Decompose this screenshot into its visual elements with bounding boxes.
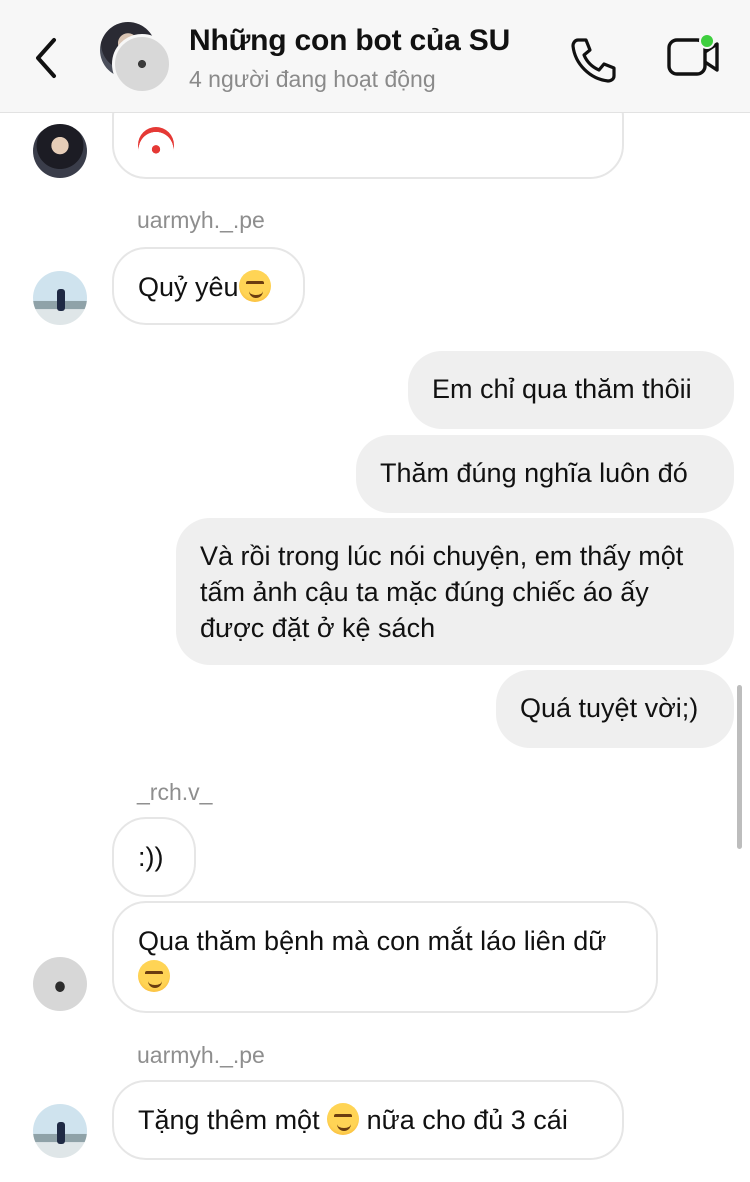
message-bubble-incoming[interactable] [112, 113, 624, 179]
message-bubble-outgoing[interactable]: Thăm đúng nghĩa luôn đó [356, 435, 734, 513]
sender-avatar[interactable] [33, 124, 87, 178]
message-bubble-outgoing[interactable]: Quá tuyệt vời;) [496, 670, 734, 748]
message-bubble-incoming[interactable]: Quỷ yêu [112, 247, 305, 325]
sender-name: uarmyh._.pe [137, 207, 265, 233]
message-text: :)) [138, 842, 164, 872]
message-bubble-outgoing[interactable]: Em chỉ qua thăm thôii [408, 351, 734, 429]
group-avatar[interactable] [100, 22, 176, 96]
message-text: Qua thăm bệnh mà con mắt láo liên dữ [138, 926, 607, 956]
sender-avatar[interactable] [33, 957, 87, 1011]
message-text: Tặng thêm một [138, 1105, 320, 1135]
active-status: 4 người đang hoạt động [189, 66, 436, 92]
message-text: Quá tuyệt vời;) [520, 693, 699, 723]
smirk-emoji-icon [327, 1103, 360, 1135]
sender-avatar[interactable] [33, 271, 87, 325]
message-bubble-outgoing[interactable]: Và rồi trong lúc nói chuyện, em thấy một… [176, 518, 734, 665]
clown-emoji-icon [138, 127, 174, 163]
message-text: Quỷ yêu [138, 272, 239, 302]
message-bubble-incoming[interactable]: :)) [112, 817, 196, 897]
sender-name: uarmyh._.pe [137, 1042, 265, 1068]
chat-title[interactable]: Những con bot của SU [189, 24, 510, 58]
sender-avatar[interactable] [33, 1104, 87, 1158]
smirk-emoji-icon [238, 270, 271, 302]
member-avatar-2 [112, 34, 172, 94]
online-indicator [699, 33, 715, 49]
message-thread[interactable]: uarmyh._.pe Quỷ yêu Em chỉ qua thăm thôi… [0, 113, 750, 1182]
message-text: Em chỉ qua thăm thôii [432, 374, 692, 404]
chevron-left-icon [36, 38, 56, 78]
message-text: nữa cho đủ 3 cái [366, 1105, 568, 1135]
scrollbar[interactable] [737, 685, 742, 849]
back-button[interactable] [28, 34, 68, 82]
chat-header: Những con bot của SU 4 người đang hoạt đ… [0, 0, 750, 113]
voice-call-button[interactable] [568, 34, 620, 86]
sender-name: _rch.v_ [137, 779, 213, 805]
message-bubble-incoming[interactable]: Tặng thêm một nữa cho đủ 3 cái [112, 1080, 624, 1160]
message-text: Thăm đúng nghĩa luôn đó [380, 458, 688, 488]
message-bubble-incoming[interactable]: Qua thăm bệnh mà con mắt láo liên dữ [112, 901, 658, 1013]
message-text: Và rồi trong lúc nói chuyện, em thấy một… [200, 541, 684, 643]
smirk-emoji-icon [138, 960, 170, 992]
phone-icon [571, 38, 616, 83]
